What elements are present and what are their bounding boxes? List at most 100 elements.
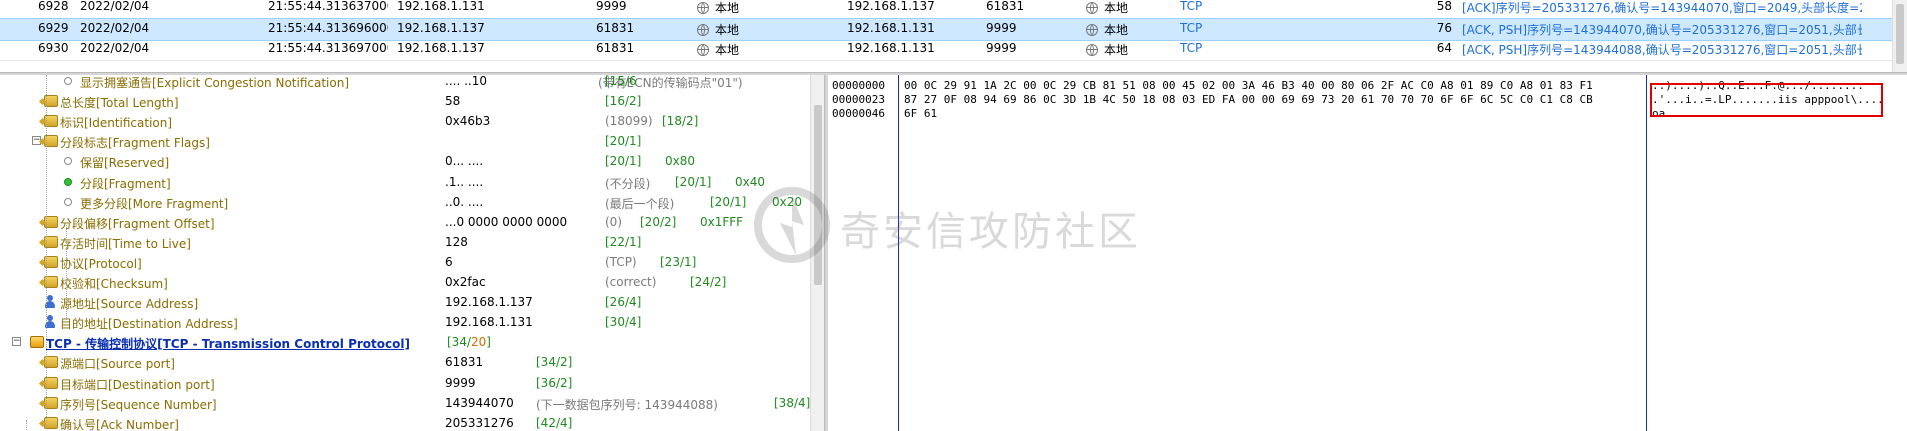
- packet-protocol: TCP: [1180, 0, 1240, 13]
- tree-node-offset: [20/1]: [605, 134, 642, 148]
- packet-length: 76: [1380, 21, 1452, 35]
- packet-destination-location: 本地: [1086, 41, 1186, 58]
- tree-node-label: 存活时间[Time to Live]: [60, 237, 191, 251]
- tree-node[interactable]: 分段偏移[Fragment Offset] ...0 0000 0000 0000…: [0, 212, 810, 232]
- tree-node[interactable]: 序列号[Sequence Number] 143944070 (下一数据包序列号: …: [0, 393, 810, 413]
- tree-node[interactable]: 分段[Fragment] .1.. .... (不分段) [20/1] 0x40: [0, 172, 810, 192]
- packet-row-partial[interactable]: [0, 61, 1893, 72]
- hex-bytes[interactable]: 87 27 0F 08 94 69 86 0C 3D 1B 4C 50 18 0…: [904, 93, 1593, 106]
- tree-node-offset: [22/1]: [605, 235, 642, 249]
- hex-bytes[interactable]: 00 0C 29 91 1A 2C 00 0C 29 CB 81 51 08 0…: [904, 79, 1593, 92]
- tree-node-offset: [34/20]: [447, 335, 491, 349]
- tree-node[interactable]: 目标端口[Destination port] 9999 [36/2]: [0, 373, 810, 393]
- tree-node-value: 192.168.1.137: [445, 295, 533, 309]
- tree-node-offset: [42/4]: [536, 416, 573, 430]
- packet-summary: [ACK, PSH]序列号=143944070,确认号=205331276,窗口…: [1462, 21, 1862, 38]
- packet-destination-location: 本地: [1086, 0, 1186, 16]
- packet-no-text: 6930: [38, 41, 69, 55]
- packet-row[interactable]: 6929 2022/02/04 21:55:44.313696000 192.168.…: [0, 18, 1893, 41]
- offset-length: 20: [471, 335, 487, 349]
- packet-length-text: 64: [1436, 41, 1452, 55]
- tree-node-value: 143944070: [445, 396, 514, 410]
- packet-row[interactable]: 6930 2022/02/04 21:55:44.313697000 192.168.…: [0, 39, 1893, 61]
- hex-bytes[interactable]: 6F 61: [904, 107, 937, 120]
- tree-guide-line: [46, 75, 47, 425]
- packet-source-port: 61831: [596, 21, 676, 35]
- tree-node-value: 58: [445, 94, 461, 108]
- tree-node-note: (不分段): [605, 177, 651, 191]
- packet-date-text: 2022/02/04: [80, 21, 150, 35]
- bit-icon: [64, 198, 72, 206]
- packet-list-scrollbar[interactable]: [1892, 0, 1907, 72]
- packet-summary-text: [ACK]序列号=205331276,确认号=143944070,窗口=2049…: [1462, 1, 1862, 15]
- tree-node[interactable]: 标识[Identification] 0x46b3 (18099) [18/2]: [0, 111, 810, 131]
- scrollbar-thumb[interactable]: [814, 105, 822, 285]
- tree-node[interactable]: 存活时间[Time to Live] 128 [22/1]: [0, 232, 810, 252]
- tree-node-label: 分段标志[Fragment Flags]: [60, 136, 210, 150]
- ascii-highlight-box: [1650, 83, 1883, 117]
- tree-node-value: 0... ....: [445, 154, 484, 168]
- packet-source-text: 192.168.1.137: [397, 41, 485, 55]
- packet-destination-port-text: 9999: [986, 41, 1017, 55]
- packet-source-text: 192.168.1.131: [397, 0, 485, 13]
- tree-node-label: 协议[Protocol]: [60, 257, 142, 271]
- hex-view[interactable]: 00000000 00 0C 29 91 1A 2C 00 0C 29 CB 81…: [828, 75, 1907, 431]
- packet-protocol-text: TCP: [1180, 0, 1203, 13]
- packet-destination: 192.168.1.131: [847, 41, 997, 55]
- tree-node[interactable]: 保留[Reserved] 0... .... [20/1] 0x80: [0, 151, 810, 171]
- packet-protocol: TCP: [1180, 21, 1240, 35]
- packet-date: 2022/02/04: [80, 41, 200, 55]
- tree-node[interactable]: − 分段标志[Fragment Flags] [20/1]: [0, 131, 810, 151]
- packet-destination-port: 9999: [986, 21, 1066, 35]
- packet-length-text: 76: [1436, 21, 1452, 35]
- packet-source-location-text: 本地: [715, 23, 740, 37]
- collapse-icon[interactable]: −: [12, 337, 21, 346]
- tree-node[interactable]: 源端口[Source port] 61831 [34/2]: [0, 352, 810, 372]
- tree-node-note: (TCP): [605, 255, 637, 269]
- packet-row[interactable]: 6928 2022/02/04 21:55:44.313637000 192.168.…: [0, 0, 1893, 19]
- packet-source-location: 本地: [697, 41, 797, 58]
- hex-offset: 00000046: [832, 107, 885, 120]
- tree-node[interactable]: 总长度[Total Length] 58 [16/2]: [0, 91, 810, 111]
- tree-node-value: .... ..10: [445, 75, 487, 88]
- packet-destination: 192.168.1.131: [847, 21, 997, 35]
- tree-node[interactable]: 协议[Protocol] 6 (TCP) [23/1]: [0, 252, 810, 272]
- globe-icon: [697, 44, 709, 56]
- packet-length: 58: [1380, 0, 1452, 13]
- tree-node-value: 0x46b3: [445, 114, 491, 128]
- scrollbar-thumb[interactable]: [1896, 4, 1904, 64]
- tree-node[interactable]: 目的地址[Destination Address] 192.168.1.131 [3…: [0, 312, 810, 332]
- tree-node-offset: [36/2]: [536, 376, 573, 390]
- tree-node-offset: [20/2]: [640, 215, 677, 229]
- packet-protocol: TCP: [1180, 41, 1240, 55]
- tree-node[interactable]: − TCP - 传输控制协议[TCP - Transmission Control…: [0, 332, 810, 352]
- packet-source-text: 192.168.1.137: [397, 21, 485, 35]
- tree-node-value: ..0. ....: [445, 195, 484, 209]
- packet-summary: [ACK]序列号=205331276,确认号=143944070,窗口=2049…: [1462, 0, 1862, 16]
- packet-date: 2022/02/04: [80, 21, 200, 35]
- tree-node[interactable]: 校验和[Checksum] 0x2fac (correct) [24/2]: [0, 272, 810, 292]
- globe-icon: [1086, 44, 1098, 56]
- decode-tree-scrollbar[interactable]: [810, 75, 825, 431]
- packet-source-location-text: 本地: [715, 43, 740, 57]
- tree-node[interactable]: 更多分段[More Fragment] ..0. .... (最后一个段) [20/1…: [0, 192, 810, 212]
- packet-no: 6928: [38, 0, 78, 13]
- packet-source-location: 本地: [697, 0, 797, 16]
- tree-node[interactable]: 源地址[Source Address] 192.168.1.137 [26/4]: [0, 292, 810, 312]
- packet-destination-location-text: 本地: [1104, 23, 1129, 37]
- packet-list[interactable]: 6928 2022/02/04 21:55:44.313637000 192.168.…: [0, 0, 1893, 72]
- tree-node-mask: 0x20: [772, 195, 803, 209]
- packet-no: 6930: [38, 41, 78, 55]
- tree-node-label: 目标端口[Destination port]: [60, 378, 215, 392]
- decode-tree[interactable]: 显示拥塞通告[Explicit Congestion Notification]…: [0, 75, 810, 431]
- tree-node[interactable]: 显示拥塞通告[Explicit Congestion Notification]…: [0, 75, 810, 91]
- packet-time: 21:55:44.313697000: [268, 41, 388, 55]
- globe-icon: [697, 2, 709, 14]
- packet-protocol-text: TCP: [1180, 41, 1203, 55]
- packet-destination: 192.168.1.137: [847, 0, 997, 13]
- packet-destination-text: 192.168.1.137: [847, 0, 935, 13]
- tree-node[interactable]: 确认号[Ack Number] 205331276 [42/4]: [0, 413, 810, 431]
- packet-source: 192.168.1.137: [397, 41, 547, 55]
- tree-node-offset: [24/2]: [690, 275, 727, 289]
- packet-no: 6929: [38, 21, 78, 35]
